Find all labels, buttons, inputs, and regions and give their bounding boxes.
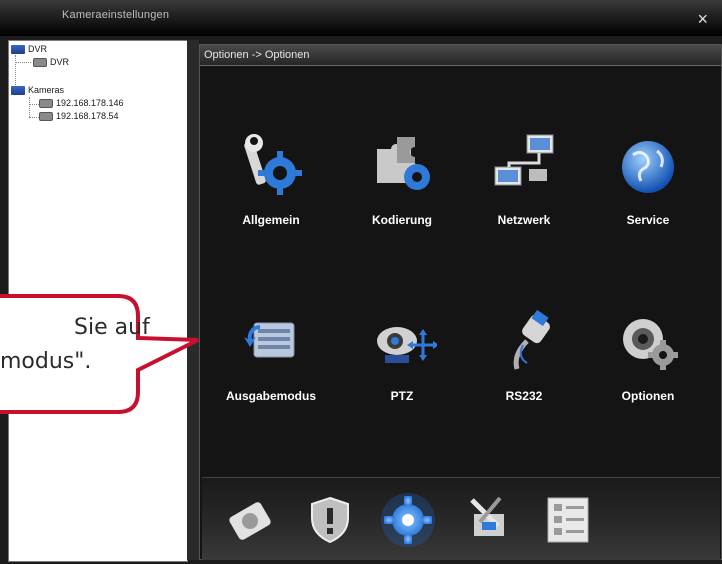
tree-node-cameras[interactable]: Kameras <box>11 85 64 97</box>
tree-label: Kameras <box>28 85 65 95</box>
tree-node-camera-1[interactable]: 192.168.178.146 <box>39 98 124 110</box>
folder-icon <box>11 45 25 55</box>
panel-header: Optionen -> Optionen <box>200 45 721 66</box>
folder-icon <box>11 86 25 96</box>
puzzle-gear-icon <box>367 129 437 199</box>
tools-icon[interactable] <box>460 492 516 548</box>
tree-label: DVR <box>28 44 48 54</box>
option-label: Service <box>626 213 670 227</box>
rs232-cable-icon <box>489 305 559 375</box>
camera-gear-icon <box>613 305 683 375</box>
globe-icon <box>613 129 683 199</box>
camera-icon <box>39 99 53 109</box>
wrench-gear-icon <box>236 129 306 199</box>
camera-icon <box>39 112 53 122</box>
option-label: RS232 <box>505 389 543 403</box>
display-output-icon <box>236 305 306 375</box>
window-title: Kameraeinstellungen <box>62 9 170 21</box>
tree-node-dvr-root[interactable]: DVR <box>11 44 47 56</box>
ptz-camera-icon <box>367 305 439 375</box>
option-rs232[interactable]: RS232 <box>464 305 584 403</box>
option-ptz[interactable]: PTZ <box>342 305 462 403</box>
option-label: Netzwerk <box>497 213 551 227</box>
disk-icon[interactable] <box>222 492 278 548</box>
option-label: PTZ <box>390 389 414 403</box>
callout-line-1: Sie auf <box>74 315 150 340</box>
option-label: Kodierung <box>372 213 432 227</box>
option-allgemein[interactable]: Allgemein <box>211 129 331 227</box>
close-icon[interactable]: × <box>697 10 708 28</box>
options-panel: Optionen -> Optionen Allgemein Kodierung… <box>199 44 722 560</box>
option-service[interactable]: Service <box>588 129 708 227</box>
settings-window: Kameraeinstellungen × DVR DVR Kameras 19… <box>0 0 722 564</box>
shield-warning-icon[interactable] <box>302 492 358 548</box>
checklist-icon[interactable] <box>540 492 596 548</box>
option-label: Optionen <box>621 389 675 403</box>
tree-node-camera-2[interactable]: 192.168.178.54 <box>39 111 119 123</box>
breadcrumb: Optionen -> Optionen <box>204 49 310 61</box>
callout-text: Sie auf modus". <box>0 311 200 379</box>
tree-label: 192.168.178.146 <box>56 98 124 108</box>
tree-label: DVR <box>50 57 70 67</box>
option-optionen[interactable]: Optionen <box>588 305 708 403</box>
tree-node-dvr[interactable]: DVR <box>33 57 69 69</box>
title-bar: Kameraeinstellungen × <box>0 0 722 36</box>
tree-label: 192.168.178.54 <box>56 111 119 121</box>
option-label: Allgemein <box>242 213 300 227</box>
bottom-dock <box>202 477 720 560</box>
network-icon <box>489 129 559 199</box>
device-icon <box>33 58 47 68</box>
gear-icon[interactable] <box>380 492 436 548</box>
callout-line-2: modus". <box>0 349 92 374</box>
option-netzwerk[interactable]: Netzwerk <box>464 129 584 227</box>
option-kodierung[interactable]: Kodierung <box>342 129 462 227</box>
